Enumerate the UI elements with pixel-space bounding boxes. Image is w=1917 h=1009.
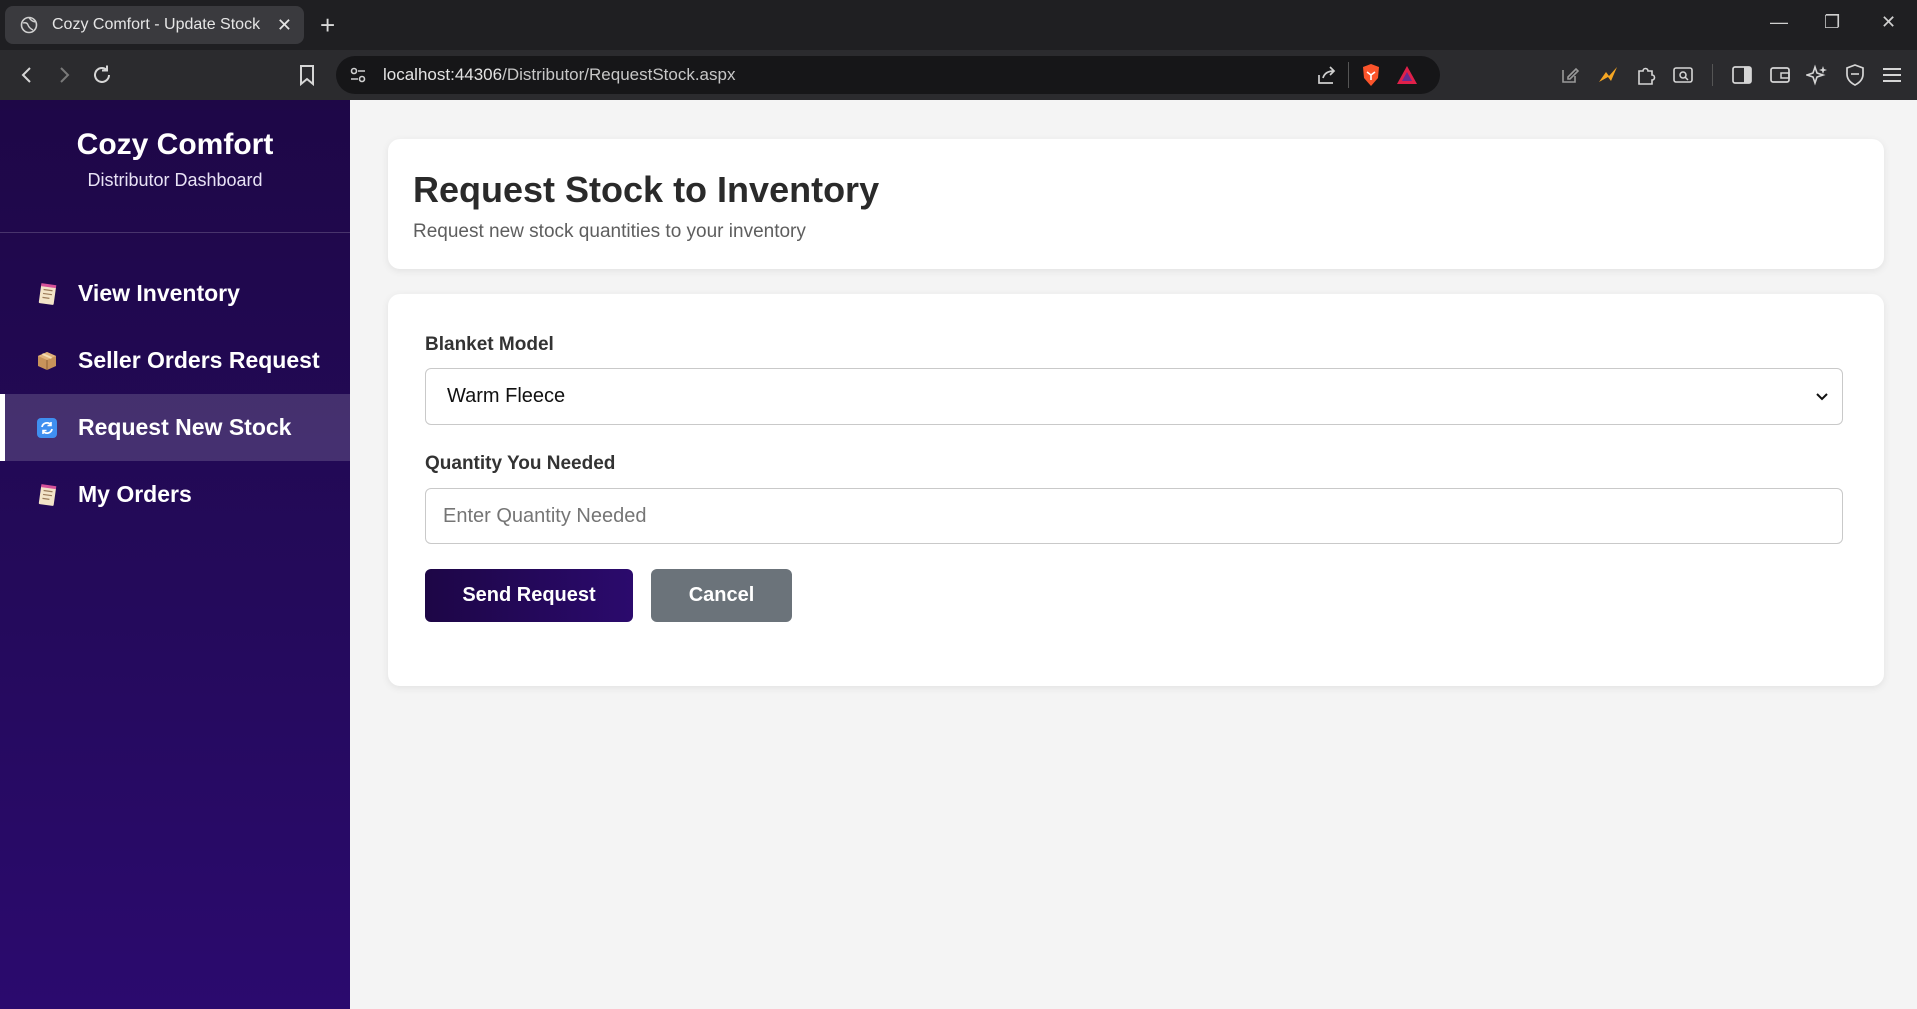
sidebar-item-label: My Orders <box>78 481 192 507</box>
notepad-icon <box>34 482 60 508</box>
bookmark-icon[interactable] <box>295 63 319 87</box>
notepad-icon <box>34 281 60 307</box>
extension-bolt-icon[interactable] <box>1596 63 1620 87</box>
leo-ai-icon[interactable] <box>1805 63 1829 87</box>
request-stock-form: Blanket Model Warm Fleece Quantity You N… <box>388 294 1884 686</box>
toolbar-divider <box>1712 64 1713 86</box>
page-header-card: Request Stock to Inventory Request new s… <box>388 139 1884 269</box>
sidebar-brand: Cozy Comfort Distributor Dashboard <box>0 100 350 233</box>
restore-button[interactable]: ❐ <box>1824 12 1840 33</box>
minimize-button[interactable]: — <box>1770 12 1788 33</box>
share-icon[interactable] <box>1316 65 1338 90</box>
sidebar-toggle-icon[interactable] <box>1730 63 1754 87</box>
selected-model: Warm Fleece <box>447 385 566 407</box>
blanket-model-label: Blanket Model <box>425 334 554 355</box>
package-icon <box>34 348 60 374</box>
url-text: localhost:44306/Distributor/RequestStock… <box>383 65 735 85</box>
brand-subtitle: Distributor Dashboard <box>87 170 263 190</box>
browser-tab[interactable]: Cozy Comfort - Update Stock ✕ <box>5 6 304 44</box>
browser-tab-bar: Cozy Comfort - Update Stock ✕ + — ❐ ✕ <box>0 0 1917 50</box>
quantity-label: Quantity You Needed <box>425 453 616 474</box>
address-bar[interactable]: localhost:44306/Distributor/RequestStock… <box>336 56 1440 94</box>
tab-title: Cozy Comfort - Update Stock <box>52 16 261 33</box>
browser-toolbar: localhost:44306/Distributor/RequestStock… <box>0 50 1917 100</box>
omnibox-divider <box>1348 62 1349 88</box>
menu-icon[interactable] <box>1880 63 1904 87</box>
reader-mode-icon[interactable] <box>1671 63 1695 87</box>
brave-shields-icon[interactable] <box>1360 63 1382 92</box>
new-tab-button[interactable]: + <box>320 12 335 38</box>
page-title: Request Stock to Inventory <box>413 169 880 210</box>
blanket-model-select[interactable]: Warm Fleece <box>425 368 1843 425</box>
reload-icon[interactable] <box>90 63 114 87</box>
cancel-button[interactable]: Cancel <box>651 569 792 622</box>
quantity-field <box>425 488 1843 544</box>
back-icon[interactable] <box>15 63 39 87</box>
sidebar-item-label: Request New Stock <box>78 414 292 440</box>
sidebar-item-label: View Inventory <box>78 280 240 306</box>
sidebar-nav: View Inventory Seller Orders Request Req… <box>0 260 350 528</box>
sidebar-item-my-orders[interactable]: My Orders <box>0 461 350 528</box>
sidebar-item-view-inventory[interactable]: View Inventory <box>0 260 350 327</box>
edit-icon[interactable] <box>1558 63 1582 87</box>
sidebar-item-seller-orders-request[interactable]: Seller Orders Request <box>0 327 350 394</box>
sidebar-item-label: Seller Orders Request <box>78 347 320 373</box>
send-request-button[interactable]: Send Request <box>425 569 633 622</box>
url-host: localhost:44306 <box>383 65 503 84</box>
brand-title: Cozy Comfort <box>76 128 274 161</box>
window-close-button[interactable]: ✕ <box>1881 12 1896 33</box>
quantity-input[interactable] <box>426 489 1842 543</box>
url-path: /Distributor/RequestStock.aspx <box>502 65 736 84</box>
site-settings-icon[interactable] <box>348 65 368 90</box>
tab-close-icon[interactable]: ✕ <box>277 15 292 35</box>
chevron-down-icon <box>1812 386 1832 406</box>
globe-icon <box>19 15 39 35</box>
sidebar: Cozy Comfort Distributor Dashboard View … <box>0 100 350 1009</box>
refresh-icon <box>34 415 60 441</box>
wallet-icon[interactable] <box>1768 63 1792 87</box>
brave-rewards-icon[interactable] <box>1396 64 1418 91</box>
forward-icon[interactable] <box>52 63 76 87</box>
page-subtitle: Request new stock quantities to your inv… <box>413 221 806 242</box>
vpn-shield-icon[interactable] <box>1843 63 1867 87</box>
sidebar-item-request-new-stock[interactable]: Request New Stock <box>0 394 350 461</box>
extensions-puzzle-icon[interactable] <box>1634 63 1658 87</box>
